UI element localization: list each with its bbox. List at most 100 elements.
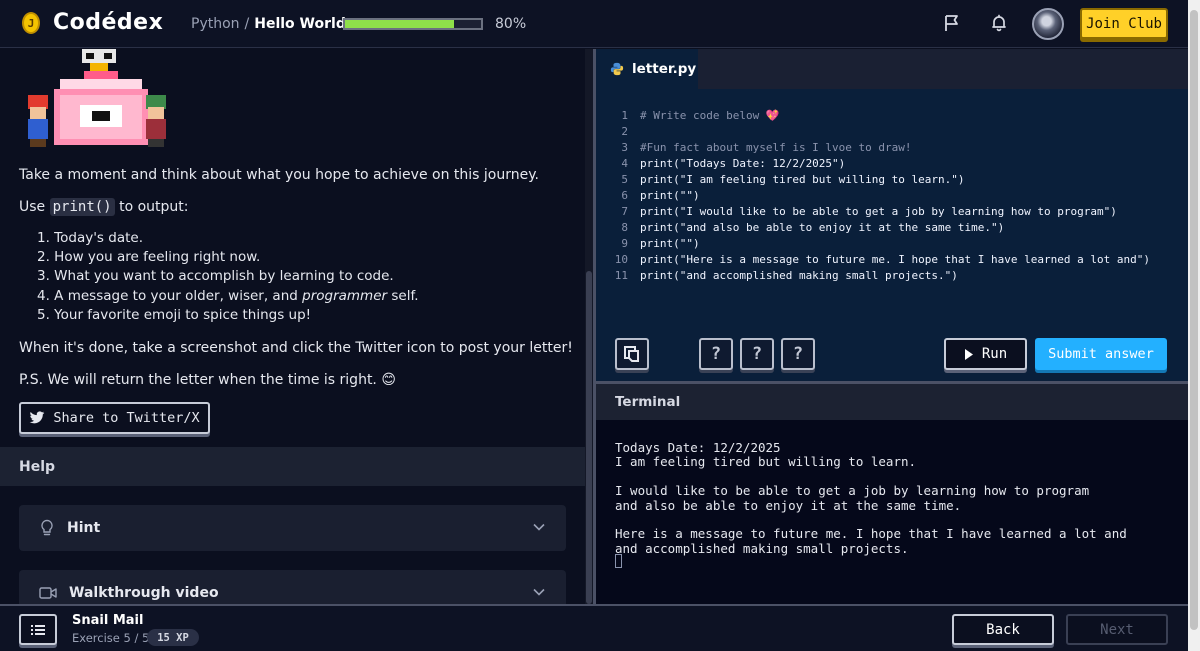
editor-tabbar: letter.py — [596, 49, 1188, 89]
list-item: 1. Today's date. — [37, 230, 143, 246]
line-number: 1 — [621, 109, 628, 122]
line-number: 11 — [614, 269, 628, 282]
chevron-down-icon — [533, 523, 545, 531]
next-button[interactable]: Next — [1066, 614, 1168, 645]
walkthrough-label: Walkthrough video — [69, 585, 219, 601]
top-nav: J Codédex Python / Hello World 80% Join Cl… — [0, 0, 1188, 48]
course-progress-bar — [343, 18, 483, 30]
code-text: print("I am feeling tired but willing to… — [640, 173, 965, 186]
list-menu-icon — [31, 624, 45, 635]
tab-filename: letter.py — [632, 61, 697, 77]
lesson-panel: Take a moment and think about what you h… — [0, 49, 585, 604]
video-camera-icon — [39, 587, 57, 599]
line-number: 6 — [621, 189, 628, 202]
chevron-down-icon — [533, 588, 545, 596]
list-item-4-emphasis: programmer — [302, 287, 388, 304]
use-suffix: to output: — [114, 199, 189, 215]
hint-accordion[interactable]: Hint — [19, 505, 566, 551]
help-button-1[interactable]: ? — [699, 338, 733, 370]
terminal-output: Todays Date: 12/2/2025 I am feeling tired… — [596, 420, 1188, 604]
play-icon — [964, 348, 973, 360]
help-button-3[interactable]: ? — [781, 338, 815, 370]
inline-code-print: print() — [49, 198, 115, 216]
code-text: print("I would like to be able to get a … — [640, 205, 1117, 218]
code-editor[interactable]: ? ? ? Run Submit answer 1 # Write code be… — [596, 89, 1188, 381]
python-file-icon — [610, 62, 624, 76]
code-text: print("and accomplished making small pro… — [640, 269, 958, 282]
tab-letter-py[interactable]: letter.py — [596, 49, 698, 89]
line-number: 9 — [621, 237, 628, 250]
breadcrumb: Python / Hello World — [191, 16, 346, 32]
lesson-use-print: Use print() to output: — [19, 197, 188, 217]
code-text: # Write code below 💖 — [640, 109, 780, 122]
terminal-line: and accomplished making small projects. — [615, 540, 909, 556]
hint-label: Hint — [67, 520, 101, 536]
share-twitter-button[interactable]: Share to Twitter/X — [19, 402, 210, 434]
lesson-intro: Take a moment and think about what you h… — [19, 167, 539, 183]
walkthrough-video-accordion[interactable]: Walkthrough video — [19, 570, 566, 604]
code-text: #Fun fact about myself is I lvoe to draw… — [640, 141, 912, 154]
list-item: 3. What you want to accomplish by learni… — [37, 268, 394, 285]
terminal-line: I am feeling tired but willing to learn. — [615, 454, 917, 470]
join-club-button[interactable]: Join Club — [1080, 8, 1168, 39]
reset-code-button[interactable] — [615, 338, 649, 370]
user-avatar[interactable] — [1032, 8, 1064, 40]
line-number: 10 — [614, 253, 628, 266]
logo-coin-icon[interactable]: J — [22, 12, 40, 34]
help-section-header: Help — [0, 447, 585, 486]
run-button[interactable]: Run — [944, 338, 1027, 370]
help-button-2[interactable]: ? — [740, 338, 774, 370]
line-number: 4 — [621, 157, 628, 170]
terminal-line: I would like to be able to get a job by … — [615, 483, 1090, 499]
line-number: 5 — [621, 173, 628, 186]
bottom-bar: Snail Mail Exercise 5 / 5 15 XP Back Nex… — [0, 604, 1188, 651]
logo-wordmark[interactable]: Codédex — [53, 10, 163, 35]
list-item: 2. How you are feeling right now. — [37, 249, 261, 266]
share-label: Share to Twitter/X — [53, 410, 200, 426]
bell-icon[interactable] — [989, 13, 1009, 33]
terminal-line: Todays Date: 12/2/2025 — [615, 440, 781, 455]
progress-fill — [345, 20, 454, 28]
exercise-counter: Exercise 5 / 5 — [72, 631, 150, 645]
breadcrumb-separator: / — [244, 16, 250, 32]
list-item-4-prefix: 4. A message to your older, wiser, and — [37, 287, 303, 304]
lightbulb-icon — [41, 519, 53, 536]
terminal-cursor[interactable] — [615, 554, 622, 568]
progress-percent: 80% — [495, 16, 527, 32]
line-number: 3 — [621, 141, 628, 154]
lesson-scrollbar[interactable] — [585, 49, 593, 604]
code-text: print("") — [640, 237, 700, 250]
xp-badge: 15 XP — [147, 629, 199, 646]
list-item: 5. Your favorite emoji to spice things u… — [37, 306, 312, 323]
page-scrollbar[interactable] — [1188, 0, 1200, 651]
page-scrollbar-thumb[interactable] — [1190, 10, 1198, 630]
terminal-header: Terminal — [596, 381, 1188, 420]
code-text: print("Todays Date: 12/2/2025") — [640, 157, 846, 170]
back-button[interactable]: Back — [952, 614, 1054, 645]
snail-mail-pixel-art — [28, 49, 166, 147]
submit-answer-button[interactable]: Submit answer — [1035, 338, 1167, 370]
copy-pages-icon — [624, 346, 639, 362]
line-number: 7 — [621, 205, 628, 218]
run-label: Run — [981, 346, 1008, 362]
exercise-menu-button[interactable] — [19, 614, 57, 645]
flag-icon[interactable] — [942, 13, 962, 33]
exercise-title: Snail Mail — [72, 613, 144, 628]
line-number: 2 — [621, 125, 628, 138]
breadcrumb-course[interactable]: Python — [191, 16, 240, 32]
line-number: 8 — [621, 221, 628, 234]
list-item-4-suffix: self. — [387, 287, 419, 304]
lesson-done-text: When it's done, take a screenshot and cl… — [19, 340, 573, 356]
code-text: print("Here is a message to future me. I… — [640, 253, 1150, 266]
twitter-bird-icon — [30, 411, 45, 424]
code-text: print("") — [640, 189, 700, 202]
list-item: 4. A message to your older, wiser, and p… — [37, 287, 419, 306]
terminal-line: and also be able to enjoy it at the same… — [615, 497, 962, 513]
lesson-scrollbar-thumb[interactable] — [586, 271, 592, 604]
instruction-list: 1. Today's date. 2. How you are feeling … — [37, 229, 419, 325]
breadcrumb-lesson: Hello World — [254, 16, 346, 32]
lesson-ps-text: P.S. We will return the letter when the … — [19, 372, 396, 388]
code-text: print("and also be able to enjoy it at t… — [640, 221, 1005, 234]
use-prefix: Use — [19, 199, 50, 215]
terminal-line: Here is a message to future me. I hope t… — [615, 526, 1127, 542]
